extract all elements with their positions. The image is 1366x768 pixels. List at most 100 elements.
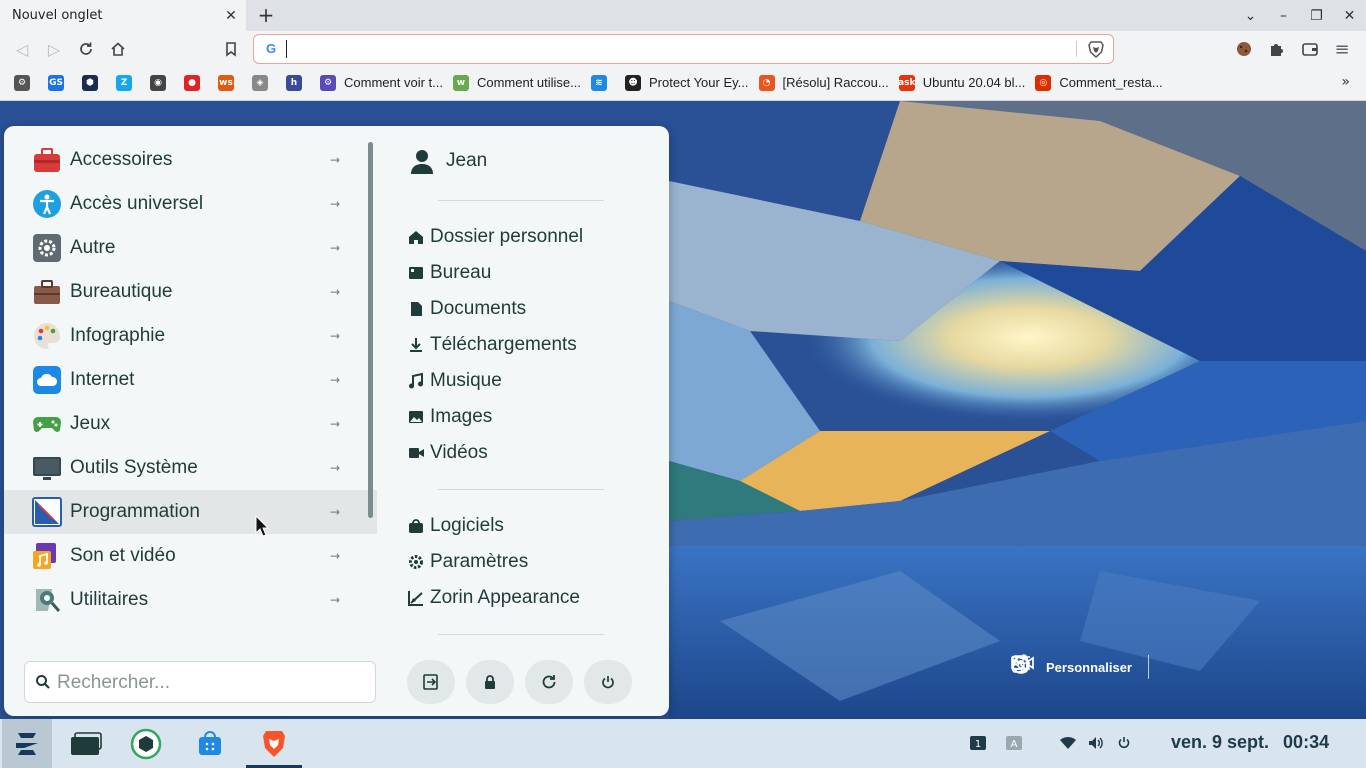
place-item-t-l-chargements[interactable]: Téléchargements <box>404 331 577 359</box>
divider <box>438 489 604 490</box>
mouse-cursor-icon <box>255 515 269 537</box>
bookmark-item[interactable]: ● <box>180 74 208 91</box>
menu-hamburger-icon[interactable]: ≡ <box>1330 37 1354 61</box>
brave-shields-icon[interactable] <box>1087 40 1105 59</box>
home-icon[interactable] <box>106 37 130 61</box>
search-box[interactable] <box>24 661 376 703</box>
bookmark-save-icon[interactable] <box>1012 655 1229 679</box>
extensions-puzzle-icon[interactable] <box>1264 37 1288 61</box>
category-item-jeux[interactable]: Jeux → <box>4 402 377 446</box>
category-item-utilitaires[interactable]: Utilitaires → <box>4 578 377 622</box>
workspace-indicator-icon[interactable]: 1 <box>967 732 989 754</box>
taskbar-files[interactable] <box>58 719 114 768</box>
logout-button[interactable] <box>407 660 455 704</box>
category-item-acc-s-universel[interactable]: Accès universel → <box>4 182 377 226</box>
bookmark-label: Ubuntu 20.04 bl... <box>922 75 1026 90</box>
zorin-icon: Z <box>116 74 132 91</box>
green-logo-icon: w <box>452 74 469 91</box>
taskbar-camera[interactable] <box>118 719 174 768</box>
user-account[interactable]: Jean <box>408 146 487 176</box>
place-item-dossier-personnel[interactable]: Dossier personnel <box>404 223 583 251</box>
tab-new-tab[interactable]: Nouvel onglet ✕ <box>0 0 246 31</box>
place-item-musique[interactable]: Musique <box>404 367 502 395</box>
volume-icon[interactable] <box>1085 732 1107 754</box>
place-item-logiciels[interactable]: Logiciels <box>404 512 504 540</box>
bookmark-item[interactable]: ◉ <box>146 74 174 91</box>
close-icon[interactable]: ✕ <box>220 5 242 27</box>
bookmark-item[interactable]: ws <box>214 74 242 91</box>
category-label: Internet <box>70 369 135 390</box>
zorin-menu-button[interactable] <box>2 719 52 768</box>
bookmark-item[interactable]: ☻ Protect Your Ey... <box>621 74 749 91</box>
place-item-documents[interactable]: Documents <box>404 295 526 323</box>
bookmark-item[interactable]: ⚙ <box>10 74 38 91</box>
reload-icon[interactable] <box>74 37 98 61</box>
image-icon <box>406 407 426 427</box>
category-scrollbar[interactable] <box>368 142 373 518</box>
category-item-son-et-vid-o[interactable]: Son et vidéo → <box>4 534 377 578</box>
forward-icon[interactable]: ▷ <box>42 37 66 61</box>
category-item-bureautique[interactable]: Bureautique → <box>4 270 377 314</box>
restart-button[interactable] <box>525 660 573 704</box>
place-item-zorin-appearance[interactable]: Zorin Appearance <box>404 584 580 612</box>
bookmark-icon[interactable] <box>219 37 243 61</box>
bookmark-item[interactable]: Z <box>112 74 140 91</box>
category-item-internet[interactable]: Internet → <box>4 358 377 402</box>
minimize-icon[interactable]: – <box>1267 0 1300 31</box>
url-input[interactable] <box>286 40 1066 58</box>
logout-icon <box>423 674 438 690</box>
place-label: Vidéos <box>430 442 488 463</box>
bookmark-item[interactable]: ◈ <box>248 74 276 91</box>
address-bar[interactable]: G <box>253 34 1114 64</box>
power-menu-icon[interactable] <box>1113 732 1135 754</box>
bookmark-item[interactable]: ⚙ Comment voir t... <box>316 74 443 91</box>
customize-toolbar: Personnaliser <box>1010 654 1325 680</box>
new-tab-button[interactable]: + <box>254 3 278 27</box>
askubuntu-icon: ask <box>898 74 915 91</box>
video-camera-icon[interactable] <box>1011 655 1309 679</box>
back-icon[interactable]: ◁ <box>10 37 34 61</box>
bookmark-item[interactable]: ≋ <box>587 74 615 91</box>
place-item-param-tres[interactable]: Paramètres <box>404 548 528 576</box>
download-icon <box>406 335 426 355</box>
date-time[interactable]: ven. 9 sept. 00:34 <box>1171 732 1329 753</box>
bookmarks-overflow-icon[interactable]: » <box>1341 74 1350 90</box>
settings-icon[interactable] <box>1013 655 1189 679</box>
bookmark-item[interactable]: w Comment utilise... <box>449 74 581 91</box>
app-menu: Accessoires → Accès universel → Autre → Bureau… <box>4 126 669 716</box>
browser-window: Nouvel onglet ✕ + ⌄ – ❐ ✕ ◁ ▷ G ≡ ⚙ GS ⬢… <box>0 0 1366 101</box>
bookmark-item[interactable]: ⬢ <box>78 74 106 91</box>
chevron-down-icon[interactable]: ⌄ <box>1234 0 1267 31</box>
place-item-vid-os[interactable]: Vidéos <box>404 439 488 467</box>
arrow-right-icon: → <box>329 197 341 211</box>
cloud-icon <box>32 365 62 395</box>
music-video-icon <box>32 541 62 571</box>
bookmark-item[interactable]: ◔ [Résolu] Raccou... <box>755 74 889 91</box>
lock-button[interactable] <box>466 660 514 704</box>
wallet-icon[interactable] <box>1298 37 1322 61</box>
user-name: Jean <box>446 150 488 171</box>
place-item-images[interactable]: Images <box>404 403 492 431</box>
category-item-outils-syst-me[interactable]: Outils Système → <box>4 446 377 490</box>
wifi-icon[interactable] <box>1057 732 1079 754</box>
taskbar-software[interactable] <box>182 719 238 768</box>
history-icon[interactable] <box>1012 655 1269 679</box>
category-item-infographie[interactable]: Infographie → <box>4 314 377 358</box>
search-icon <box>36 675 50 689</box>
restore-icon[interactable]: ❐ <box>1300 0 1333 31</box>
bookmark-item[interactable]: h <box>282 74 310 91</box>
power-button[interactable] <box>584 660 632 704</box>
bookmark-item[interactable]: ◎ Comment_resta... <box>1031 74 1163 91</box>
bookmark-item[interactable]: ask Ubuntu 20.04 bl... <box>895 74 1026 91</box>
place-item-bureau[interactable]: Bureau <box>404 259 491 287</box>
close-window-icon[interactable]: ✕ <box>1333 0 1366 31</box>
search-input[interactable] <box>57 671 357 695</box>
taskbar-brave[interactable] <box>246 719 302 768</box>
keyboard-layout-icon[interactable]: A <box>1003 732 1025 754</box>
cookie-extension-icon[interactable] <box>1232 37 1256 61</box>
bookmark-item[interactable]: GS <box>44 74 72 91</box>
customize-label[interactable]: Personnaliser <box>1046 660 1132 675</box>
category-item-programmation[interactable]: Programmation → <box>4 490 377 534</box>
category-item-autre[interactable]: Autre → <box>4 226 377 270</box>
category-item-accessoires[interactable]: Accessoires → <box>4 138 377 182</box>
